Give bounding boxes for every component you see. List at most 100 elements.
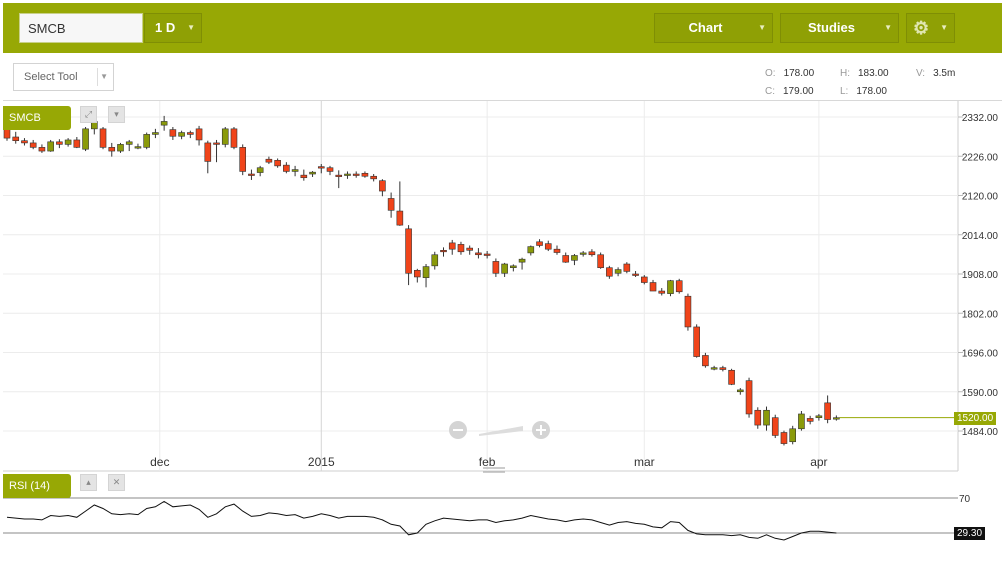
candle-body: [274, 160, 281, 167]
price-tick-label: 1802.00: [962, 309, 999, 320]
candle-body: [510, 265, 517, 269]
high-key: H:: [840, 68, 850, 79]
candle-body: [422, 266, 430, 279]
candle-body: [431, 254, 439, 267]
candle-body: [579, 252, 587, 255]
candle-body: [361, 172, 369, 177]
candle-body: [230, 128, 238, 148]
candle-body: [335, 174, 343, 177]
rsi-value-label: 29.30: [957, 528, 983, 539]
candle-body: [47, 141, 54, 152]
candle-body: [457, 244, 465, 253]
candle-body: [3, 128, 11, 139]
chart-dropdown-button[interactable]: Chart ▼: [654, 13, 773, 43]
candle-body: [815, 415, 823, 418]
price-tick-label: 2014.00: [962, 231, 999, 242]
candle-body: [169, 129, 177, 137]
candle-body: [352, 173, 360, 176]
candle-body: [824, 402, 831, 420]
candle-body: [440, 250, 447, 253]
interval-label: 1 D: [155, 20, 176, 35]
select-tool-label: Select Tool: [24, 71, 78, 83]
candle-body: [632, 273, 639, 276]
ohlc-low: L: 178.00: [840, 86, 887, 97]
candle-body: [606, 267, 613, 277]
candle-body: [256, 167, 264, 173]
time-tick-label: apr: [810, 455, 827, 469]
candle-body: [536, 241, 543, 246]
candle-body: [99, 128, 107, 148]
candle-body: [265, 158, 273, 163]
chevron-down-icon: ▼: [884, 23, 892, 32]
candle-body: [317, 166, 325, 169]
price-tick-label: 1590.00: [962, 388, 999, 399]
price-tick-label: 2332.00: [962, 113, 999, 124]
high-value: 183.00: [858, 68, 889, 79]
current-price-label: 1520.00: [957, 413, 994, 424]
candle-body: [754, 409, 762, 426]
divider: [97, 68, 98, 86]
select-tool-dropdown[interactable]: Select Tool ▼: [13, 63, 114, 91]
candle-body: [798, 413, 805, 430]
candle-body: [806, 418, 814, 422]
chevron-down-icon: ▼: [100, 72, 108, 81]
grid-lines: [3, 101, 959, 472]
candle-body: [492, 261, 500, 274]
candle-body: [134, 146, 142, 149]
ohlc-volume: V: 3.5m: [916, 68, 955, 79]
studies-dropdown-button[interactable]: Studies ▼: [780, 13, 899, 43]
candle-body: [597, 254, 604, 269]
candle-body: [108, 147, 116, 152]
candle-body: [763, 409, 770, 426]
series-tag-label: SMCB: [9, 112, 41, 124]
close-icon[interactable]: ✕: [108, 474, 125, 491]
candle-body: [178, 132, 185, 137]
arrow-down-icon[interactable]: ▾: [108, 106, 125, 123]
candle-body: [501, 263, 508, 274]
zoom-in-glyph: [540, 425, 542, 435]
price-chart-svg[interactable]: 2332.00 2226.00 2120.00 2014.00 1908.00 1802.…: [3, 101, 1002, 568]
time-tick-label: feb: [479, 455, 496, 469]
candle-body: [143, 134, 150, 148]
gear-icon: ⚙: [913, 18, 930, 38]
current-price-tag: 1520.00: [954, 412, 997, 425]
chevron-down-icon: ▼: [187, 23, 195, 32]
volume-key: V:: [916, 68, 926, 79]
candle-body: [833, 417, 840, 420]
settings-dropdown-button[interactable]: ⚙ ▼: [906, 13, 955, 43]
price-tick-label: 1484.00: [962, 427, 999, 438]
candle-body: [405, 228, 412, 274]
chart-button-label: Chart: [688, 20, 723, 35]
rsi-level-label: 70: [959, 494, 971, 505]
ohlc-open: O: 178.00: [765, 68, 814, 79]
candle-body: [221, 128, 229, 145]
candle-body: [693, 326, 700, 357]
series-tag[interactable]: SMCB: [3, 106, 71, 130]
candle-body: [562, 255, 570, 263]
candle-body: [483, 253, 491, 256]
candle-body: [160, 121, 168, 126]
candle-body: [300, 174, 308, 179]
price-tick-label: 2226.00: [962, 152, 999, 163]
candle-body: [588, 251, 596, 256]
candle-body: [675, 280, 683, 293]
interval-dropdown[interactable]: 1 D ▼: [144, 13, 202, 43]
candle-body: [370, 175, 377, 180]
chart-area[interactable]: 2332.00 2226.00 2120.00 2014.00 1908.00 1802.…: [3, 101, 1002, 568]
rsi-tag[interactable]: RSI (14): [3, 474, 71, 498]
candle-body: [553, 248, 561, 253]
candle-body: [204, 142, 212, 162]
candle-body: [125, 141, 133, 145]
arrow-up-icon[interactable]: ▴: [80, 474, 97, 491]
candle-body: [771, 417, 779, 436]
candle-body: [475, 252, 482, 256]
candle-body: [187, 132, 194, 135]
low-key: L:: [840, 86, 849, 97]
symbol-input[interactable]: [19, 13, 143, 43]
expand-icon[interactable]: ⤢: [80, 106, 97, 123]
candle-body: [117, 144, 124, 152]
ohlc-close: C: 179.00: [765, 86, 814, 97]
time-tick-label: mar: [634, 455, 655, 469]
candle-body: [344, 173, 351, 176]
time-tick-label: 2015: [308, 455, 335, 469]
